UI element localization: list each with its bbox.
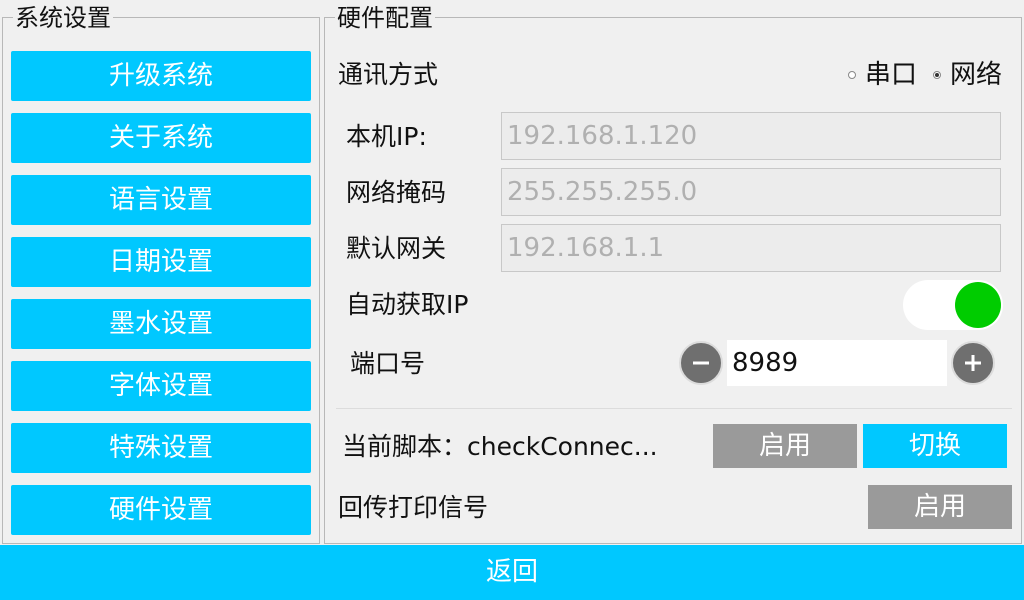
port-decrement-button[interactable] bbox=[679, 341, 723, 385]
port-input[interactable]: 8989 bbox=[727, 340, 947, 386]
network-radio-dot bbox=[933, 71, 941, 79]
system-settings-title: 系统设置 bbox=[13, 4, 113, 32]
toggle-knob bbox=[955, 282, 1001, 328]
print-signal-enable-button[interactable]: 启用 bbox=[868, 485, 1012, 529]
language-settings-button[interactable]: 语言设置 bbox=[11, 175, 311, 225]
plus-icon bbox=[965, 355, 981, 371]
local-ip-field[interactable]: 192.168.1.120 bbox=[501, 112, 1001, 160]
about-system-button[interactable]: 关于系统 bbox=[11, 113, 311, 163]
section-divider bbox=[336, 408, 1012, 409]
special-settings-button[interactable]: 特殊设置 bbox=[11, 423, 311, 473]
script-switch-button[interactable]: 切换 bbox=[863, 424, 1007, 468]
gateway-field[interactable]: 192.168.1.1 bbox=[501, 224, 1001, 272]
auto-ip-toggle[interactable] bbox=[903, 280, 1003, 330]
font-settings-button[interactable]: 字体设置 bbox=[11, 361, 311, 411]
port-label: 端口号 bbox=[350, 349, 426, 378]
back-button[interactable]: 返回 bbox=[0, 545, 1024, 600]
network-radio-label: 网络 bbox=[950, 60, 1003, 90]
ink-settings-button[interactable]: 墨水设置 bbox=[11, 299, 311, 349]
local-ip-label: 本机IP: bbox=[346, 122, 427, 151]
upgrade-system-button[interactable]: 升级系统 bbox=[11, 51, 311, 101]
print-signal-label: 回传打印信号 bbox=[338, 493, 489, 522]
script-enable-button[interactable]: 启用 bbox=[713, 424, 857, 468]
hardware-settings-button[interactable]: 硬件设置 bbox=[11, 485, 311, 535]
netmask-label: 网络掩码 bbox=[346, 178, 447, 207]
netmask-field[interactable]: 255.255.255.0 bbox=[501, 168, 1001, 216]
hardware-config-title: 硬件配置 bbox=[335, 4, 435, 32]
serial-radio-label: 串口 bbox=[865, 60, 918, 90]
current-script-label: 当前脚本：checkConnec... bbox=[342, 432, 658, 461]
port-increment-button[interactable] bbox=[951, 341, 995, 385]
date-settings-button[interactable]: 日期设置 bbox=[11, 237, 311, 287]
network-radio[interactable]: 网络 bbox=[933, 59, 1002, 91]
auto-ip-label: 自动获取IP bbox=[346, 290, 469, 319]
gateway-label: 默认网关 bbox=[346, 234, 447, 263]
serial-radio[interactable]: 串口 bbox=[848, 59, 917, 91]
comm-mode-label: 通讯方式 bbox=[338, 60, 439, 89]
minus-icon bbox=[693, 361, 709, 365]
serial-radio-dot bbox=[848, 71, 856, 79]
